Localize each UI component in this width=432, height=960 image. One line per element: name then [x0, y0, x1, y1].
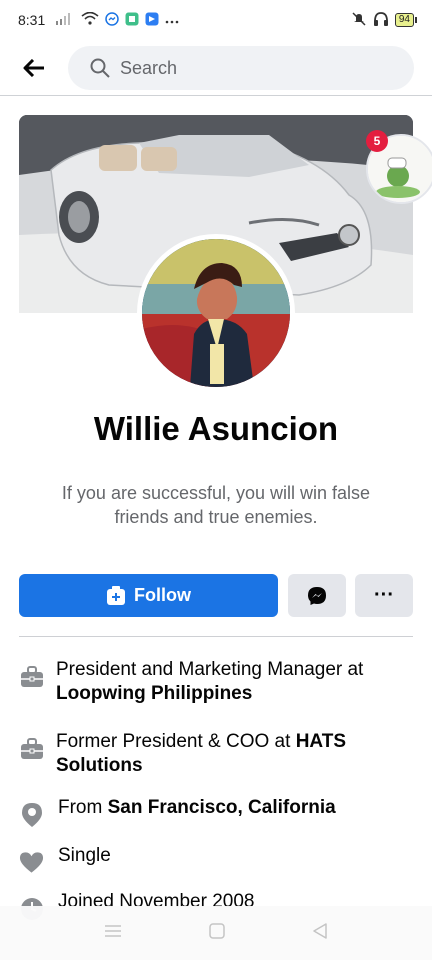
briefcase-icon — [19, 736, 44, 761]
follow-label: Follow — [134, 585, 191, 605]
pin-icon — [19, 802, 44, 827]
briefcase-icon — [19, 664, 44, 689]
header-divider — [0, 95, 432, 96]
actions-divider — [19, 636, 413, 637]
battery-indicator: 94 — [394, 13, 418, 27]
back-button[interactable] — [0, 40, 68, 96]
follow-button[interactable]: Follow — [19, 574, 278, 617]
work-current-org[interactable]: Loopwing Philippines — [56, 683, 252, 704]
app-notification-icon — [125, 12, 139, 29]
message-button[interactable] — [288, 574, 346, 617]
intro-work-current[interactable]: President and Marketing Manager at Loopw… — [19, 658, 413, 706]
profile-avatar[interactable] — [137, 234, 295, 392]
more-options-button[interactable]: ··· — [355, 574, 413, 617]
messenger-icon — [308, 586, 326, 605]
home-nav-icon[interactable] — [209, 922, 225, 944]
work-former-prefix: Former President & COO at — [56, 731, 296, 752]
work-current-prefix: President and Marketing Manager at — [56, 659, 364, 680]
headphones-icon — [373, 11, 389, 30]
search-bar[interactable] — [68, 46, 414, 90]
search-icon — [90, 58, 110, 78]
wifi-icon — [81, 11, 99, 28]
heart-icon — [19, 850, 44, 875]
notification-count-badge: 5 — [366, 130, 388, 152]
profile-name: Willie Asuncion — [93, 410, 339, 447]
more-notifications-icon — [165, 12, 179, 28]
messenger-notification-icon — [105, 11, 119, 29]
status-bar: 8:31 94 — [0, 0, 432, 40]
mute-icon — [351, 11, 367, 30]
relationship-status: Single — [58, 845, 111, 866]
back-nav-icon[interactable] — [312, 922, 328, 944]
intro-relationship: Single — [19, 844, 413, 875]
intro-hometown[interactable]: From San Francisco, California — [19, 796, 413, 827]
arrow-left-icon — [23, 59, 44, 77]
search-input[interactable] — [120, 57, 380, 79]
from-prefix: From — [58, 797, 108, 818]
from-place[interactable]: San Francisco, California — [108, 797, 336, 818]
top-header — [0, 40, 432, 96]
signal-icon — [55, 12, 75, 28]
profile-bio: If you are successful, you will win fals… — [61, 483, 371, 527]
add-friend-icon — [107, 585, 125, 605]
system-navigation-bar — [0, 906, 432, 960]
status-time: 8:31 — [18, 12, 46, 28]
intro-work-former[interactable]: Former President & COO at HATS Solutions — [19, 730, 413, 778]
avatar-portrait-image — [142, 239, 290, 387]
menu-nav-icon[interactable] — [104, 924, 122, 943]
store-notification-icon — [145, 12, 159, 29]
